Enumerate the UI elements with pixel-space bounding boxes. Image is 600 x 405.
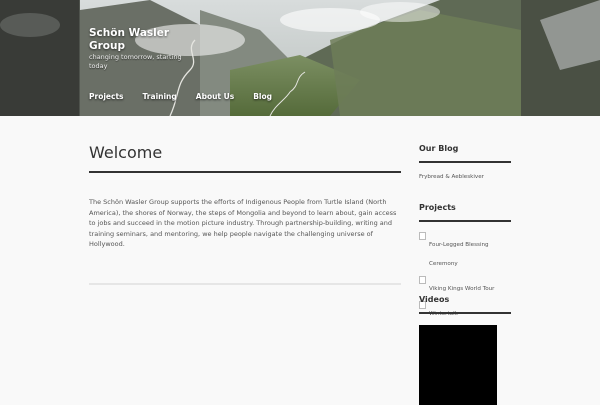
widget-title-projects: Projects xyxy=(419,203,511,222)
blog-post-link[interactable]: Frybread & Aebleskiver xyxy=(419,174,511,180)
site-header: Schön Wasler Group changing tomorrow, st… xyxy=(0,0,600,116)
nav-item-blog[interactable]: Blog xyxy=(253,92,272,101)
content-divider xyxy=(89,283,401,285)
list-item: Four-Legged Blessing Ceremony xyxy=(419,231,511,269)
header-side-panel-left xyxy=(0,0,79,116)
widget-videos: Videos xyxy=(419,295,511,405)
nav-item-training[interactable]: Training xyxy=(143,92,177,101)
page-body-text: The Schön Wasler Group supports the effo… xyxy=(89,198,397,248)
main-nav: Projects Training About Us Blog xyxy=(89,92,272,101)
video-player[interactable] xyxy=(419,325,497,405)
project-link-four-legged-blessing[interactable]: Four-Legged Blessing Ceremony xyxy=(429,242,489,267)
nav-item-projects[interactable]: Projects xyxy=(89,92,124,101)
site-tagline: changing tomorrow, starting today xyxy=(89,53,182,70)
nav-item-about-us[interactable]: About Us xyxy=(196,92,234,101)
widget-title-blog: Our Blog xyxy=(419,144,511,163)
page-icon xyxy=(419,232,426,240)
site-title[interactable]: Schön Wasler Group xyxy=(89,27,199,53)
page-title: Welcome xyxy=(89,143,401,173)
main-content: Welcome The Schön Wasler Group supports … xyxy=(89,143,401,250)
project-link-viking-kings[interactable]: Viking Kings World Tour xyxy=(429,286,494,292)
list-item: Viking Kings World Tour xyxy=(419,275,511,294)
widget-our-blog: Our Blog Frybread & Aebleskiver xyxy=(419,144,511,180)
page-icon xyxy=(419,276,426,284)
widget-title-videos: Videos xyxy=(419,295,511,314)
header-side-panel-right xyxy=(521,0,600,116)
